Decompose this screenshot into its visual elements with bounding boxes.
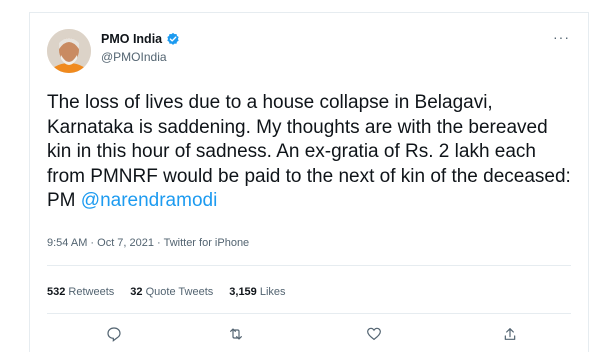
quotes-count: 32 [130, 286, 143, 298]
verified-badge-icon [166, 32, 180, 46]
retweets-stat[interactable]: 532 Retweets [47, 286, 114, 298]
avatar[interactable] [47, 29, 91, 73]
quotes-stat[interactable]: 32 Quote Tweets [130, 286, 213, 298]
likes-count: 3,159 [229, 286, 257, 298]
display-name[interactable]: PMO India [101, 32, 162, 46]
tweet-actions [30, 326, 588, 348]
reply-icon[interactable] [106, 326, 122, 342]
tweet-timestamp[interactable]: 9:54 AM · Oct 7, 2021 · Twitter for iPho… [47, 237, 249, 249]
likes-stat[interactable]: 3,159 Likes [229, 286, 285, 298]
divider [47, 313, 571, 314]
retweets-label: Retweets [68, 286, 115, 298]
divider [47, 265, 571, 266]
engagement-stats: 532 Retweets 32 Quote Tweets 3,159 Likes [47, 286, 286, 298]
user-handle[interactable]: @PMOIndia [101, 50, 167, 64]
more-icon[interactable]: ··· [553, 29, 570, 45]
tweet-card: PMO India @PMOIndia ··· The loss of live… [29, 12, 589, 352]
like-icon[interactable] [366, 326, 382, 342]
likes-label: Likes [259, 286, 286, 298]
mention-link[interactable]: @narendramodi [81, 190, 218, 211]
share-icon[interactable] [502, 326, 518, 342]
retweet-icon[interactable] [228, 326, 244, 342]
quotes-label: Quote Tweets [145, 286, 214, 298]
tweet-text: The loss of lives due to a house collaps… [47, 91, 577, 214]
retweets-count: 532 [47, 286, 66, 298]
